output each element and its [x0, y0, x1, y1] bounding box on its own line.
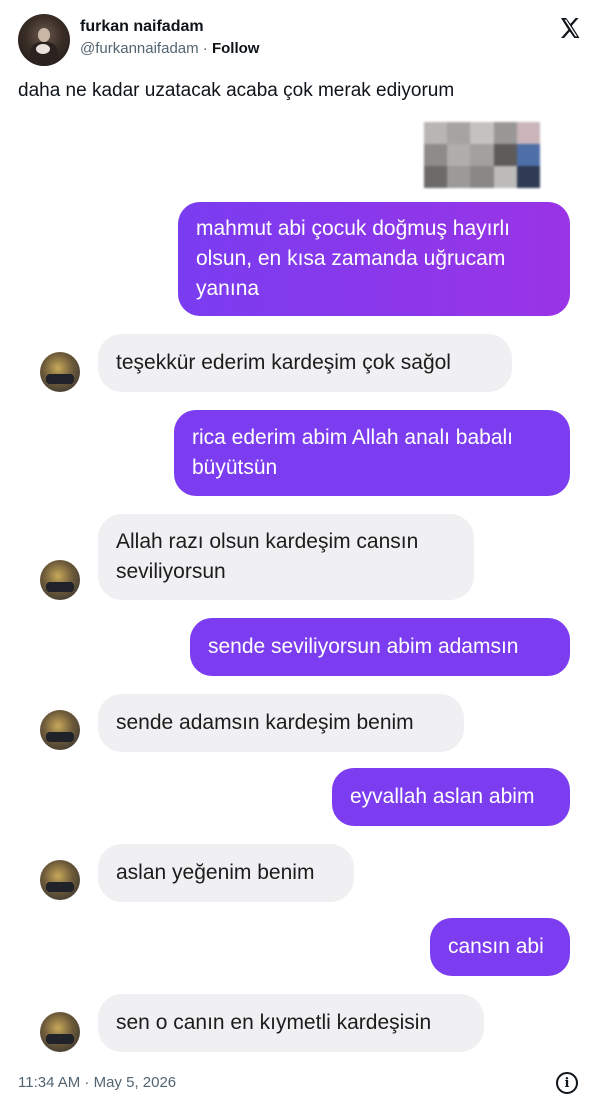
- follow-button[interactable]: Follow: [212, 40, 260, 57]
- message-incoming: Allah razı olsun kardeşim cansın seviliy…: [98, 514, 474, 600]
- message-outgoing: mahmut abi çocuk doğmuş hayırlı olsun, e…: [178, 202, 570, 316]
- author-avatar[interactable]: [18, 14, 70, 66]
- message-outgoing: eyvallah aslan abim: [332, 768, 570, 826]
- separator-dot: ·: [198, 40, 212, 57]
- contact-avatar: [40, 710, 80, 750]
- message-incoming: sen o canın en kıymetli kardeşisin: [98, 994, 484, 1052]
- message-outgoing: rica ederim abim Allah analı babalı büyü…: [174, 410, 570, 496]
- message-outgoing: sende seviliyorsun abim adamsın: [190, 618, 570, 676]
- x-logo-icon[interactable]: [558, 16, 582, 40]
- message-incoming: aslan yeğenim benim: [98, 844, 354, 902]
- chat-screenshot: mahmut abi çocuk doğmuş hayırlı olsun, e…: [0, 112, 600, 1062]
- contact-avatar: [40, 352, 80, 392]
- blurred-contact-avatar: [424, 122, 540, 188]
- info-icon[interactable]: i: [556, 1072, 578, 1094]
- author-handle[interactable]: @furkannaifadam: [80, 40, 199, 57]
- tweet-timestamp[interactable]: 11:34 AM · May 5, 2026: [18, 1074, 176, 1091]
- message-incoming: teşekkür ederim kardeşim çok sağol: [98, 334, 512, 392]
- contact-avatar: [40, 560, 80, 600]
- message-incoming: sende adamsın kardeşim benim: [98, 694, 464, 752]
- contact-avatar: [40, 860, 80, 900]
- author-handle-line: @furkannaifadam · Follow: [80, 40, 259, 57]
- tweet-text: daha ne kadar uzatacak acaba çok merak e…: [18, 80, 455, 101]
- contact-avatar: [40, 1012, 80, 1052]
- author-name[interactable]: furkan naifadam: [80, 18, 204, 36]
- message-outgoing: cansın abi: [430, 918, 570, 976]
- tweet-header: furkan naifadam @furkannaifadam · Follow: [18, 14, 588, 66]
